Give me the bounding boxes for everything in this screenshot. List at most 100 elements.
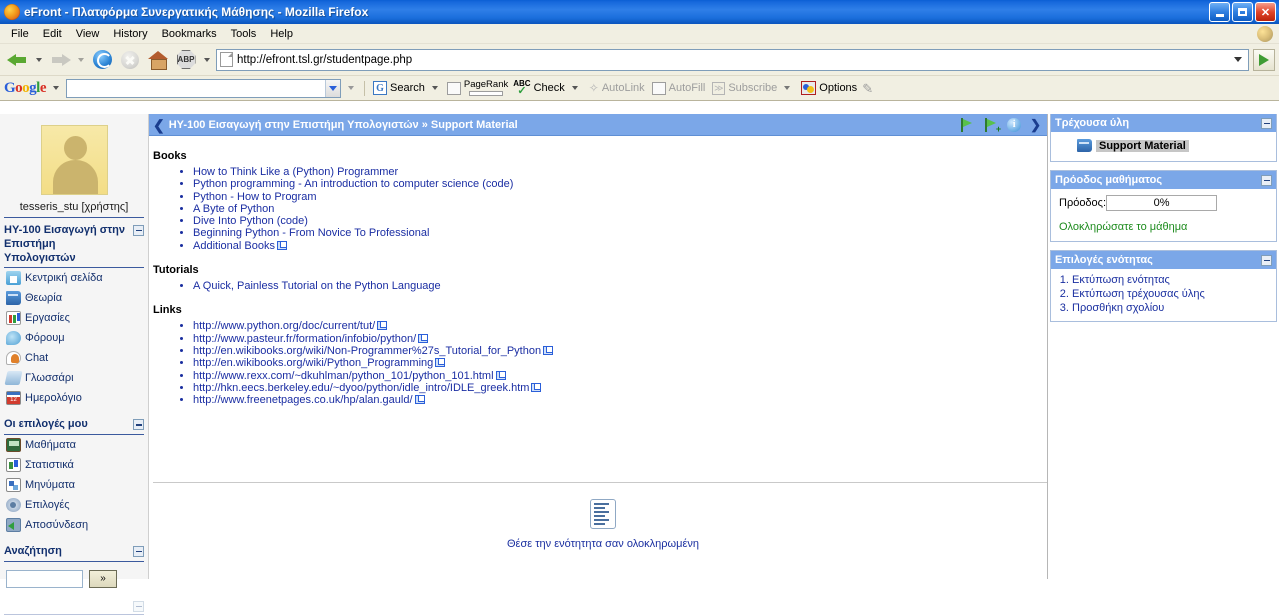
- collapse-progress-icon[interactable]: [1261, 175, 1272, 186]
- stop-button[interactable]: [116, 47, 144, 73]
- collapse-my-options-icon[interactable]: [133, 419, 144, 430]
- google-search-button[interactable]: G Search: [371, 81, 444, 95]
- highlight-icon[interactable]: ✎: [862, 81, 876, 95]
- list-item[interactable]: http://www.python.org/doc/current/tut/: [193, 320, 1047, 332]
- flag-icon[interactable]: [959, 118, 974, 132]
- list-item[interactable]: Εκτύπωση ενότητας: [1072, 273, 1268, 287]
- google-search-options-icon[interactable]: [432, 86, 438, 90]
- sidebar-item-calendar[interactable]: Ημερολόγιο: [4, 388, 144, 408]
- book-link[interactable]: Beginning Python - From Novice To Profes…: [193, 227, 429, 239]
- list-item[interactable]: http://en.wikibooks.org/wiki/Non-Program…: [193, 345, 1047, 357]
- sidebar-item-logout[interactable]: Αποσύνδεση: [4, 515, 144, 535]
- current-material-item[interactable]: Support Material: [1059, 136, 1268, 155]
- back-chevron-icon[interactable]: ❮: [153, 118, 165, 132]
- list-item[interactable]: http://www.freenetpages.co.uk/hp/alan.ga…: [193, 394, 1047, 406]
- list-item[interactable]: Προσθήκη σχολίου: [1072, 301, 1268, 315]
- address-bar[interactable]: http://efront.tsl.gr/studentpage.php: [216, 49, 1249, 71]
- external-link[interactable]: http://en.wikibooks.org/wiki/Python_Prog…: [193, 357, 433, 369]
- book-link[interactable]: Python - How to Program: [193, 191, 317, 203]
- book-link[interactable]: Additional Books: [193, 240, 275, 252]
- list-item[interactable]: http://www.pasteur.fr/formation/infobio/…: [193, 333, 1047, 345]
- autofill-button[interactable]: AutoFill: [650, 82, 708, 95]
- reload-button[interactable]: [88, 47, 116, 73]
- minimize-button[interactable]: [1209, 2, 1230, 22]
- address-history-dropdown-icon[interactable]: [1234, 57, 1242, 62]
- list-item[interactable]: Beginning Python - From Novice To Profes…: [193, 227, 1047, 239]
- complete-lesson-icon[interactable]: [590, 499, 616, 529]
- external-link[interactable]: http://www.freenetpages.co.uk/hp/alan.ga…: [193, 394, 413, 406]
- menu-edit[interactable]: Edit: [36, 26, 69, 42]
- adblock-button[interactable]: ABP: [172, 47, 200, 73]
- menu-view[interactable]: View: [69, 26, 107, 42]
- subscribe-options-icon[interactable]: [784, 86, 790, 90]
- list-item[interactable]: http://hkn.eecs.berkeley.edu/~dyoo/pytho…: [193, 382, 1047, 394]
- bookmarks-icon[interactable]: [447, 82, 461, 95]
- list-item[interactable]: Python programming - An introduction to …: [193, 178, 1047, 190]
- menu-history[interactable]: History: [106, 26, 154, 42]
- sidebar-item-messages[interactable]: Μηνύματα: [4, 475, 144, 495]
- list-item[interactable]: Additional Books: [193, 240, 1047, 252]
- book-link[interactable]: A Byte of Python: [193, 203, 274, 215]
- menu-help[interactable]: Help: [263, 26, 300, 42]
- external-link[interactable]: http://www.pasteur.fr/formation/infobio/…: [193, 333, 416, 345]
- maximize-button[interactable]: [1232, 2, 1253, 22]
- menu-bookmarks[interactable]: Bookmarks: [155, 26, 224, 42]
- list-item[interactable]: Dive Into Python (code): [193, 215, 1047, 227]
- book-link[interactable]: Python programming - An introduction to …: [193, 178, 513, 190]
- sidebar-item-statistics[interactable]: Στατιστικά: [4, 455, 144, 475]
- list-item[interactable]: How to Think Like a (Python) Programmer: [193, 166, 1047, 178]
- sidebar-item-options[interactable]: Επιλογές: [4, 495, 144, 515]
- back-button[interactable]: [4, 47, 32, 73]
- sidebar-item-theory[interactable]: Θεωρία: [4, 288, 144, 308]
- collapse-search-icon[interactable]: [133, 546, 144, 557]
- sidebar-item-assignments[interactable]: Εργασίες: [4, 308, 144, 328]
- collapse-next-icon[interactable]: [133, 601, 144, 612]
- list-item[interactable]: http://en.wikibooks.org/wiki/Python_Prog…: [193, 357, 1047, 369]
- back-dropdown-icon[interactable]: [36, 58, 42, 62]
- menu-file[interactable]: File: [4, 26, 36, 42]
- list-item[interactable]: A Byte of Python: [193, 203, 1047, 215]
- complete-lesson-label[interactable]: Θέσε την ενότητητα σαν ολοκληρωμένη: [153, 538, 1047, 550]
- book-link[interactable]: Dive Into Python (code): [193, 215, 308, 227]
- unit-option-label[interactable]: Εκτύπωση τρέχουσας ύλης: [1072, 288, 1205, 300]
- list-item[interactable]: A Quick, Painless Tutorial on the Python…: [193, 280, 1047, 292]
- tutorial-link[interactable]: A Quick, Painless Tutorial on the Python…: [193, 280, 441, 292]
- sidebar-item-home[interactable]: Κεντρική σελίδα: [4, 268, 144, 288]
- external-link[interactable]: http://en.wikibooks.org/wiki/Non-Program…: [193, 345, 541, 357]
- complete-course-link[interactable]: Ολοκληρώσατε το μάθημα: [1059, 221, 1268, 233]
- external-link[interactable]: http://www.python.org/doc/current/tut/: [193, 320, 375, 332]
- home-button[interactable]: [144, 47, 172, 73]
- autolink-button[interactable]: ✧ AutoLink: [587, 81, 647, 95]
- options-button[interactable]: Options: [799, 81, 859, 95]
- toolbar-overflow-icon[interactable]: [348, 86, 354, 90]
- collapse-unit-options-icon[interactable]: [1261, 255, 1272, 266]
- unit-option-label[interactable]: Προσθήκη σχολίου: [1072, 302, 1164, 314]
- menu-tools[interactable]: Tools: [224, 26, 264, 42]
- collapse-current-material-icon[interactable]: [1261, 118, 1272, 129]
- subscribe-button[interactable]: ≫ Subscribe: [710, 82, 796, 95]
- info-icon[interactable]: i: [1007, 118, 1021, 132]
- forward-button[interactable]: [46, 47, 74, 73]
- close-button[interactable]: ✕: [1255, 2, 1276, 22]
- next-chevron-icon[interactable]: ❯: [1030, 117, 1041, 133]
- unit-option-label[interactable]: Εκτύπωση ενότητας: [1072, 274, 1170, 286]
- go-button[interactable]: [1253, 49, 1275, 71]
- list-item[interactable]: Python - How to Program: [193, 191, 1047, 203]
- google-menu-dropdown-icon[interactable]: [53, 86, 59, 90]
- external-link[interactable]: http://hkn.eecs.berkeley.edu/~dyoo/pytho…: [193, 382, 529, 394]
- spellcheck-button[interactable]: ABC✓ Check: [511, 80, 584, 97]
- external-link[interactable]: http://www.rexx.com/~dkuhlman/python_101…: [193, 370, 494, 382]
- sidebar-item-courses[interactable]: Μαθήματα: [4, 435, 144, 455]
- google-search-dropdown-icon[interactable]: [325, 80, 340, 97]
- list-item[interactable]: http://www.rexx.com/~dkuhlman/python_101…: [193, 370, 1047, 382]
- sidebar-item-chat[interactable]: Chat: [4, 348, 144, 368]
- sidebar-item-glossary[interactable]: Γλωσσάρι: [4, 368, 144, 388]
- book-link[interactable]: How to Think Like a (Python) Programmer: [193, 166, 398, 178]
- adblock-dropdown-icon[interactable]: [204, 58, 210, 62]
- google-search-input[interactable]: [66, 79, 341, 98]
- sidebar-item-forum[interactable]: Φόρουμ: [4, 328, 144, 348]
- forward-dropdown-icon[interactable]: [78, 58, 84, 62]
- list-item[interactable]: Εκτύπωση τρέχουσας ύλης: [1072, 287, 1268, 301]
- spellcheck-options-icon[interactable]: [572, 86, 578, 90]
- collapse-course-icon[interactable]: [133, 225, 144, 236]
